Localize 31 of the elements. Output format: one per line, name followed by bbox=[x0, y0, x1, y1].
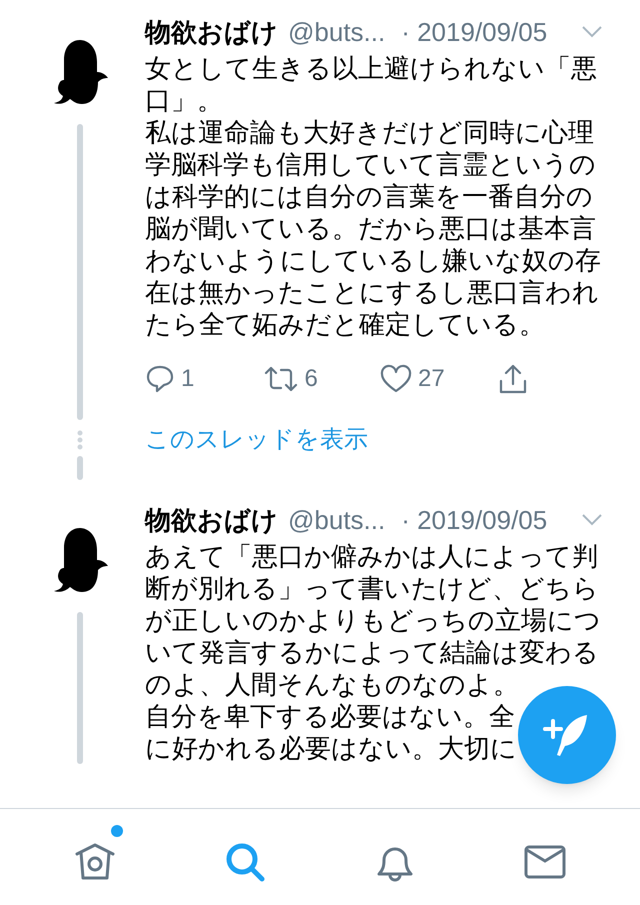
tweet-text-line: あえて「悪口か僻みかは人によって判 bbox=[145, 540, 598, 572]
retweet-icon[interactable] bbox=[262, 364, 298, 394]
tweet-text-line: 学脳科学も信用していて言霊というの bbox=[145, 148, 596, 180]
speech-bubble-icon[interactable] bbox=[145, 364, 175, 394]
user-handle: @buts... bbox=[288, 16, 386, 48]
action-count: 6 bbox=[304, 364, 318, 394]
show-thread-link[interactable]: このスレッドを表示 bbox=[145, 420, 368, 458]
action-count: 27 bbox=[418, 364, 445, 394]
tweet-text-line: たら全て妬みだと確定している。 bbox=[145, 308, 545, 340]
tweet-text-line: 脳が聞いている。だから悪口は基本言 bbox=[145, 212, 596, 244]
tweet-text-line: に好かれる必要はない。大切に bbox=[145, 732, 517, 764]
tweet-text-line: 在は無かったことにするし悪口言われ bbox=[145, 276, 599, 308]
tweet-date: · 2019/09/05 bbox=[401, 504, 548, 536]
share-icon[interactable] bbox=[498, 363, 528, 395]
tweet-text-line: わないようにしているし嫌いな奴の存 bbox=[145, 244, 601, 276]
tweet-text-line: 口」。 bbox=[145, 84, 223, 116]
tweet-text-line: いて発言するかによって結論は変わる bbox=[145, 636, 599, 668]
tweet-text-line: は科学的には自分の言葉を一番自分の bbox=[145, 180, 593, 212]
heart-icon[interactable] bbox=[380, 364, 412, 394]
user-handle: @buts... bbox=[288, 504, 386, 536]
tweet-text-line: 私は運命論も大好きだけど同時に心理 bbox=[145, 116, 594, 148]
action-count: 1 bbox=[181, 364, 194, 394]
thread-dots-icon bbox=[76, 430, 82, 450]
tweet-text-line: 女として生きる以上避けられない「悪 bbox=[145, 52, 597, 84]
tweet-text-line: のよ、人間そんなものなのよ。 bbox=[145, 668, 519, 700]
user-name: 物欲おばけ bbox=[145, 504, 278, 536]
user-name: 物欲おばけ bbox=[145, 16, 278, 48]
tweet-text-line: 断が別れる」って書いたけど、どちら bbox=[145, 572, 599, 604]
tweet-text-line: 自分を卑下する必要はない。全 bbox=[145, 700, 515, 732]
tweet-date: · 2019/09/05 bbox=[401, 16, 548, 48]
tweet-text-line: が正しいのかよりもどっちの立場につ bbox=[145, 604, 601, 636]
